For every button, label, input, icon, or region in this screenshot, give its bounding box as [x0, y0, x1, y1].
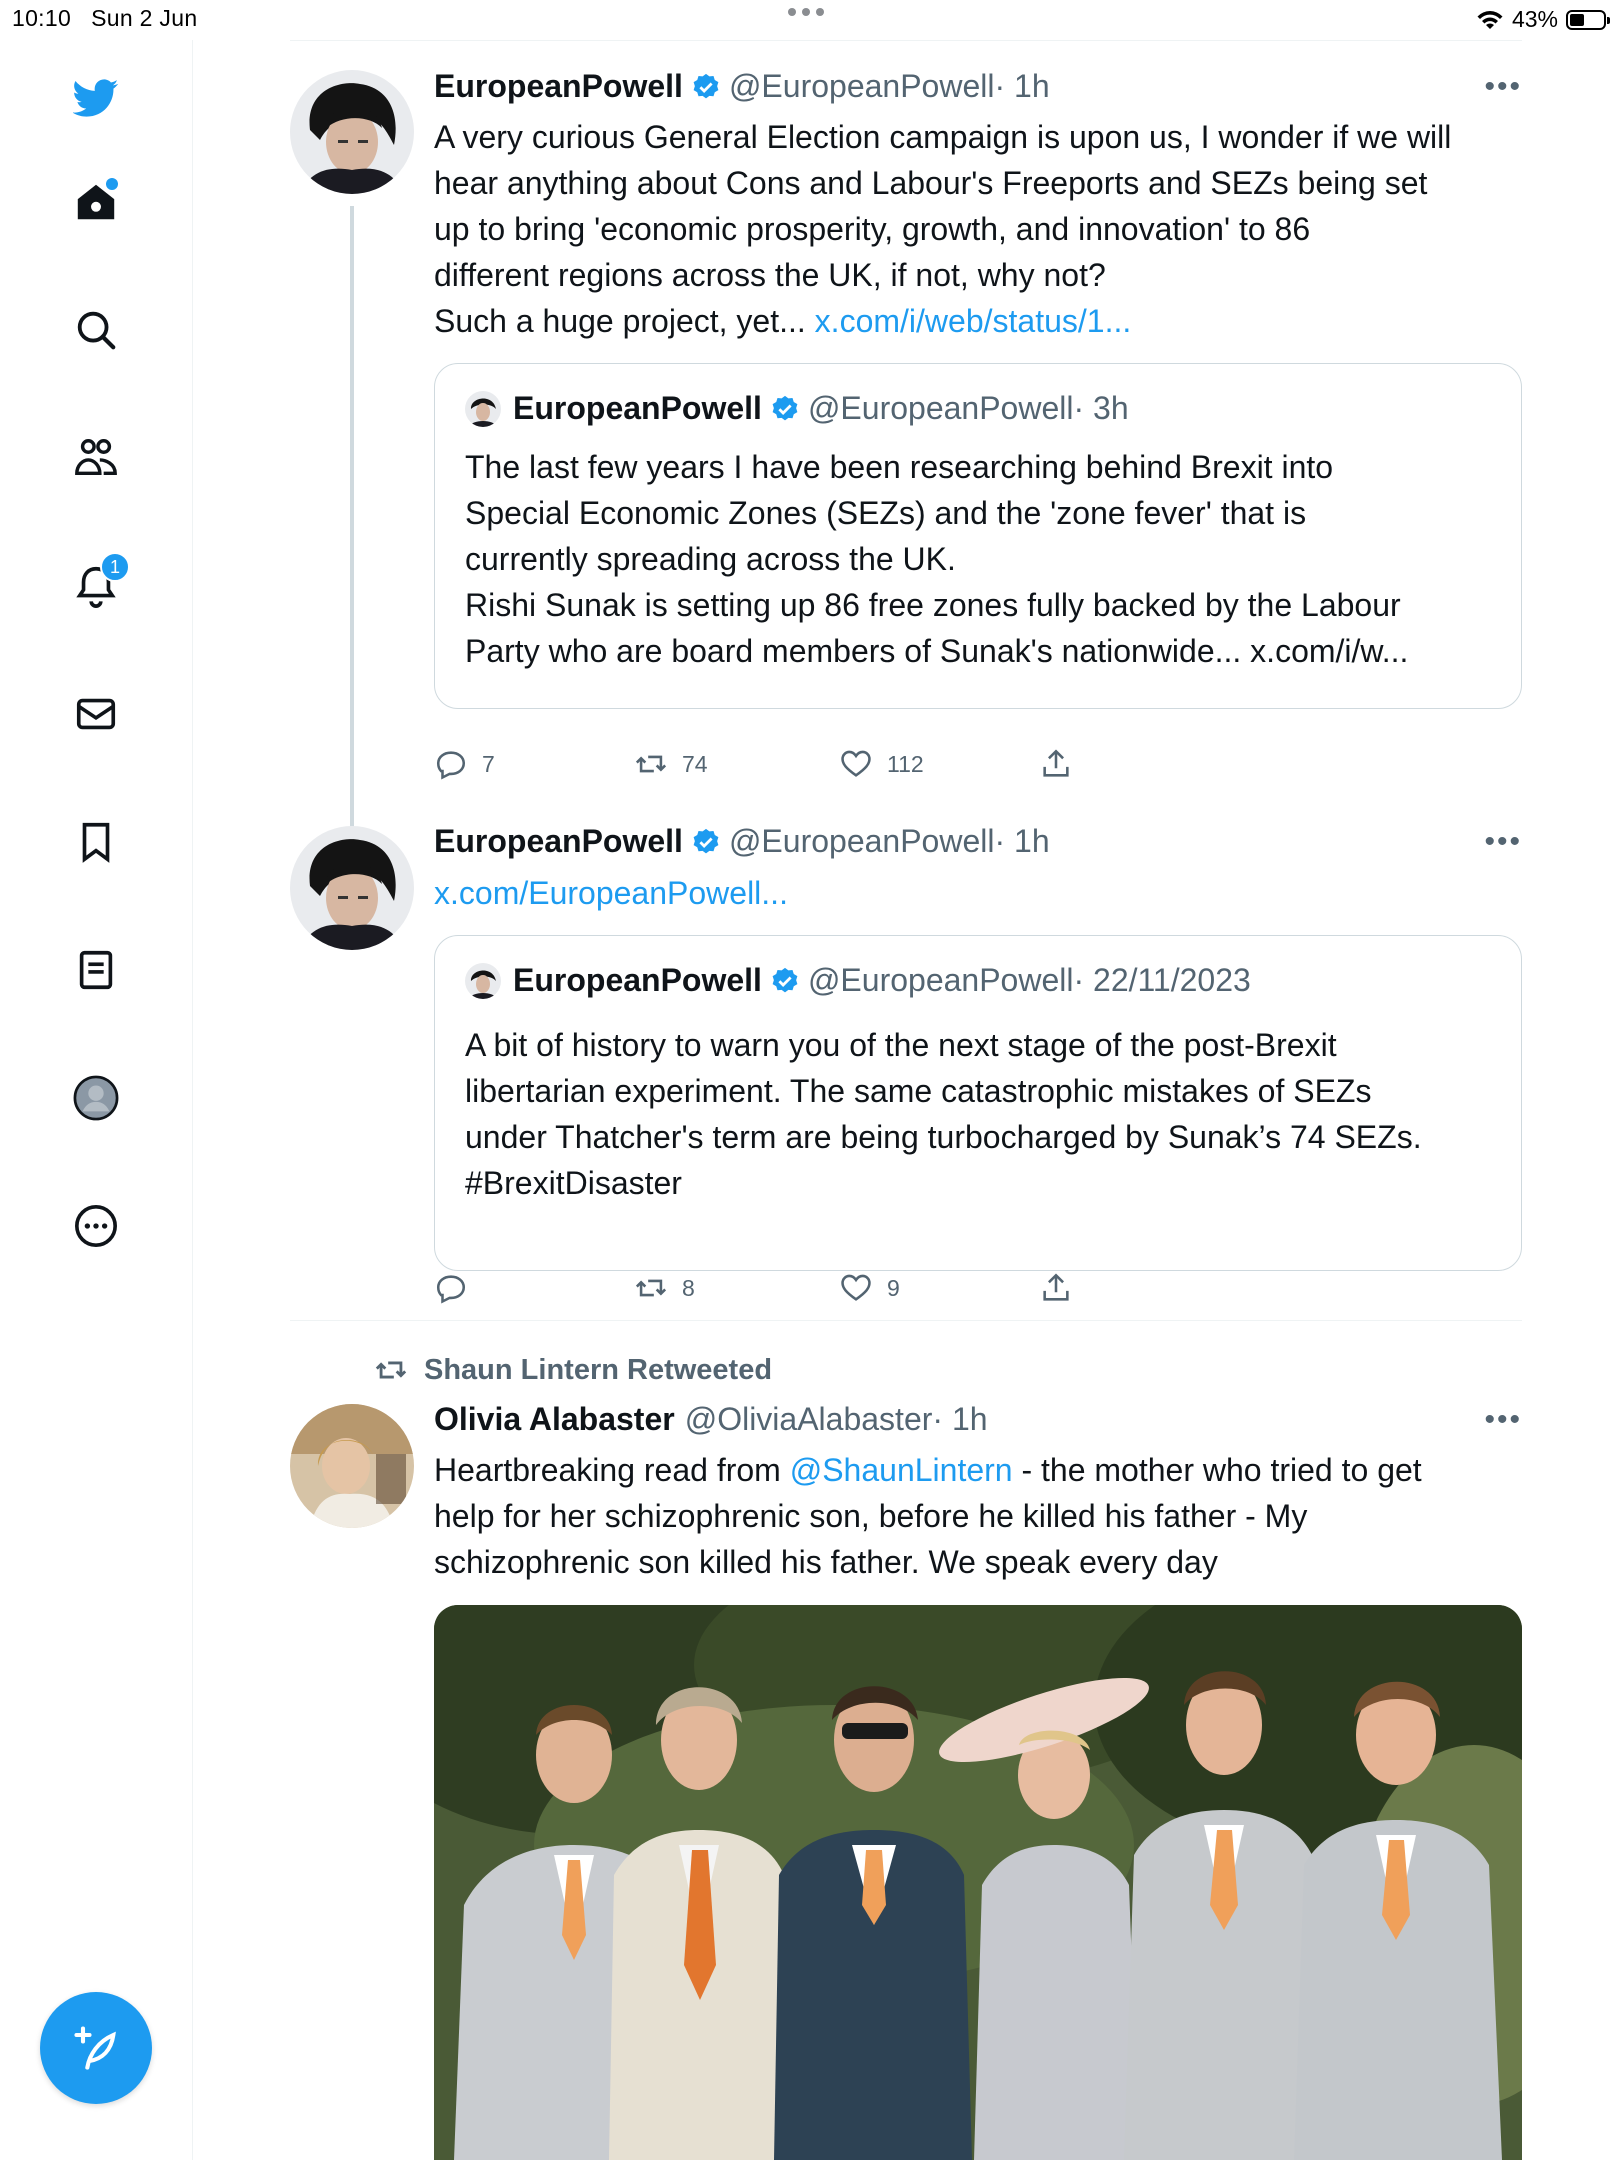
avatar[interactable] [290, 70, 414, 194]
quoted-avatar [465, 390, 501, 427]
reply-icon [436, 751, 466, 780]
twitter-logo-icon[interactable] [66, 68, 126, 128]
status-bar: 10:10 Sun 2 Jun 43% [0, 0, 1620, 40]
reply-button[interactable]: 7 [434, 747, 495, 781]
retweet-button[interactable]: 74 [634, 747, 708, 781]
profile-icon[interactable] [66, 1068, 126, 1128]
tweet-text: Heartbreaking read from @ShaunLintern - … [434, 1452, 1422, 1580]
compose-feather-icon [74, 2026, 116, 2070]
tweet-photo[interactable] [434, 1605, 1522, 2160]
author-handle[interactable]: @EuropeanPowell [729, 823, 995, 860]
notifications-icon[interactable]: 1 [66, 552, 130, 616]
quoted-avatar [465, 962, 501, 999]
tweet-link[interactable]: x.com/i/web/status/1... [815, 303, 1132, 339]
tweet-actions: 7 74 112 [434, 747, 1134, 787]
quoted-tweet-text: The last few years I have been researchi… [465, 449, 1409, 669]
notifications-badge: 1 [100, 552, 130, 582]
reply-count: 7 [482, 750, 495, 777]
author-handle[interactable]: @EuropeanPowell [729, 68, 995, 105]
quoted-author-name: EuropeanPowell [513, 390, 762, 426]
battery-percent: 43% [1511, 6, 1558, 32]
retweet-icon [375, 1361, 407, 1379]
status-indicators: 43% [1476, 6, 1610, 33]
quoted-tweet-header: EuropeanPowell @EuropeanPowell · 3h [465, 390, 1129, 427]
quoted-tweet-time: · 3h [1073, 390, 1129, 426]
home-icon[interactable] [66, 172, 126, 232]
like-count: 9 [887, 1274, 900, 1301]
author-handle[interactable]: @OliviaAlabaster [685, 1401, 933, 1438]
like-button[interactable]: 9 [839, 1271, 900, 1305]
tweet-link[interactable]: x.com/EuropeanPowell... [434, 875, 788, 911]
reply-icon [436, 1275, 466, 1304]
more-icon[interactable] [66, 1196, 126, 1256]
tweet-header: Olivia Alabaster @OliviaAlabaster · 1h [434, 1401, 988, 1438]
battery-icon [1566, 9, 1610, 30]
heart-icon [841, 1274, 871, 1301]
tweet-header: EuropeanPowell @EuropeanPowell · 1h [434, 823, 1050, 860]
retweet-count: 8 [682, 1274, 695, 1301]
verified-badge-icon [693, 73, 719, 98]
multitasking-dots-icon[interactable] [788, 8, 824, 16]
heart-icon [841, 750, 871, 777]
like-count: 112 [887, 750, 924, 777]
tweet-time[interactable]: · 1h [932, 1401, 987, 1438]
wifi-icon [1477, 10, 1503, 29]
compose-tweet-button[interactable] [40, 1992, 152, 2104]
quoted-author-handle: @EuropeanPowell [807, 390, 1074, 426]
retweet-button[interactable]: 8 [634, 1271, 695, 1305]
share-icon [1043, 749, 1069, 777]
more-options-icon[interactable]: ••• [1484, 70, 1522, 104]
quoted-tweet[interactable]: EuropeanPowell @EuropeanPowell · 22/11/2… [434, 935, 1522, 1271]
messages-icon[interactable] [66, 684, 126, 744]
lists-icon[interactable] [66, 940, 126, 1000]
author-name[interactable]: EuropeanPowell [434, 823, 683, 860]
verified-badge-icon [693, 828, 719, 853]
verified-badge-icon [772, 395, 798, 420]
thread-connector [350, 206, 354, 828]
reply-button[interactable] [434, 1271, 482, 1305]
quoted-author-handle: @EuropeanPowell [807, 962, 1074, 998]
share-button[interactable] [1039, 747, 1073, 781]
quoted-tweet[interactable]: EuropeanPowell @EuropeanPowell · 3h The … [434, 363, 1522, 709]
status-time: 10:10 Sun 2 Jun [12, 5, 198, 31]
author-name[interactable]: EuropeanPowell [434, 68, 683, 105]
retweet-icon [635, 755, 667, 773]
tweet-divider [290, 1320, 1522, 1321]
tweet-text: x.com/EuropeanPowell... [434, 870, 1524, 916]
home-new-dot [106, 178, 118, 190]
author-name[interactable]: Olivia Alabaster [434, 1401, 675, 1438]
retweet-count: 74 [682, 750, 708, 777]
tweet-header: EuropeanPowell @EuropeanPowell · 1h [434, 68, 1050, 105]
more-options-icon[interactable]: ••• [1484, 825, 1522, 859]
like-button[interactable]: 112 [839, 747, 924, 781]
communities-icon[interactable] [66, 428, 126, 488]
top-divider [290, 40, 1522, 41]
share-button[interactable] [1039, 1271, 1073, 1305]
tweet-text: A very curious General Election campaign… [434, 119, 1452, 339]
search-icon[interactable] [66, 300, 126, 360]
mention-link[interactable]: @ShaunLintern [790, 1452, 1013, 1488]
quoted-tweet-time: · 22/11/2023 [1073, 962, 1251, 998]
retweet-icon [635, 1279, 667, 1297]
tweet-time[interactable]: · 1h [994, 68, 1049, 105]
more-options-icon[interactable]: ••• [1484, 1403, 1522, 1437]
bookmarks-icon[interactable] [66, 812, 126, 872]
retweeted-by[interactable]: Shaun Lintern Retweeted [374, 1353, 772, 1387]
sidebar: 1 [0, 40, 193, 2160]
quoted-tweet-header: EuropeanPowell @EuropeanPowell · 22/11/2… [465, 962, 1251, 999]
avatar[interactable] [290, 1404, 414, 1528]
share-icon [1043, 1273, 1069, 1301]
verified-badge-icon [772, 967, 798, 992]
tweet-actions: 8 9 [434, 1271, 1134, 1311]
quoted-author-name: EuropeanPowell [513, 962, 762, 998]
retweeted-by-label: Shaun Lintern Retweeted [424, 1353, 773, 1386]
avatar[interactable] [290, 826, 414, 950]
tweet-time[interactable]: · 1h [994, 823, 1049, 860]
quoted-tweet-text: A bit of history to warn you of the next… [465, 1027, 1422, 1201]
